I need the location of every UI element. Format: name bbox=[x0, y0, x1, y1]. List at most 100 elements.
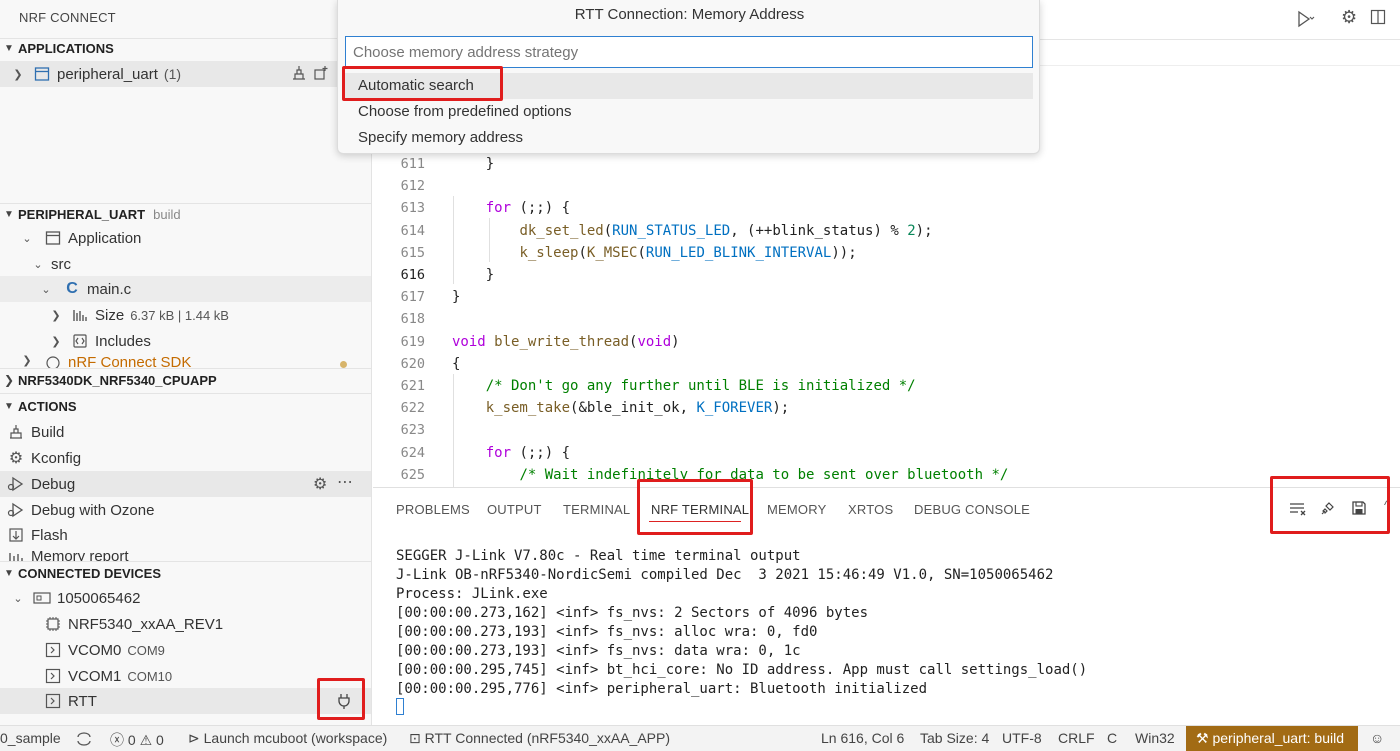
action-debug[interactable]: Debug ⚙ ⋯ bbox=[0, 471, 371, 497]
option-predefined[interactable]: Choose from predefined options bbox=[345, 99, 1033, 125]
tree-item-size[interactable]: ❯ Size 6.37 kB | 1.44 kB bbox=[0, 302, 371, 328]
launch-config[interactable]: ⊳ Launch mcuboot (workspace) bbox=[188, 730, 387, 747]
code-line[interactable]: 618 bbox=[373, 308, 1400, 330]
settings-gear-icon[interactable]: ⚙ bbox=[1341, 7, 1357, 28]
save-log-icon[interactable] bbox=[1351, 500, 1367, 516]
tree-item-src[interactable]: ⌄ src bbox=[0, 251, 371, 277]
clear-terminal-icon[interactable] bbox=[1289, 501, 1307, 517]
encoding[interactable]: UTF-8 bbox=[1002, 730, 1042, 746]
section-connected-devices[interactable]: ▼ CONNECTED DEVICES bbox=[0, 561, 371, 585]
code-line[interactable]: 621 /* Don't go any further until BLE is… bbox=[373, 375, 1400, 397]
chevron-right-icon: ❯ bbox=[4, 373, 15, 387]
code-text: { bbox=[452, 355, 461, 372]
terminal-line: SEGGER J-Link V7.80c - Real time termina… bbox=[396, 548, 801, 564]
line-ending[interactable]: CRLF bbox=[1058, 730, 1095, 746]
application-item-peripheral-uart[interactable]: ❯ peripheral_uart (1) bbox=[0, 61, 371, 87]
disconnect-plug-icon[interactable] bbox=[1320, 500, 1336, 516]
tab-nrf-terminal[interactable]: NRF TERMINAL bbox=[651, 502, 749, 517]
action-flash[interactable]: Flash bbox=[0, 522, 371, 548]
memory-strategy-input[interactable] bbox=[345, 36, 1033, 68]
section-peripheral-uart[interactable]: ▼ PERIPHERAL_UART build bbox=[0, 202, 371, 226]
section-applications[interactable]: ▼ APPLICATIONS bbox=[0, 36, 371, 60]
chevron-down-icon: ⌄ bbox=[33, 258, 43, 271]
code-line[interactable]: 615 k_sleep(K_MSEC(RUN_LED_BLINK_INTERVA… bbox=[373, 242, 1400, 264]
memory-report-icon bbox=[7, 548, 25, 561]
indent-guide bbox=[453, 374, 454, 487]
add-build-config-icon[interactable] bbox=[313, 65, 329, 81]
code-line[interactable]: 617} bbox=[373, 286, 1400, 308]
section-actions[interactable]: ▼ ACTIONS bbox=[0, 394, 371, 418]
device-rtt[interactable]: RTT bbox=[0, 688, 371, 714]
code-line[interactable]: 622 k_sem_take(&ble_init_ok, K_FOREVER); bbox=[373, 397, 1400, 419]
device-chip[interactable]: NRF5340_xxAA_REV1 bbox=[0, 611, 371, 637]
code-line[interactable]: 623 bbox=[373, 419, 1400, 441]
flash-icon bbox=[7, 526, 25, 544]
debug-play-icon bbox=[7, 501, 25, 519]
split-editor-icon[interactable] bbox=[1370, 9, 1386, 25]
rtt-connection-status[interactable]: ⊡ RTT Connected (nRF5340_xxAA_APP) bbox=[409, 730, 670, 747]
terminal-output[interactable]: SEGGER J-Link V7.80c - Real time termina… bbox=[396, 547, 1087, 699]
line-number: 622 bbox=[400, 400, 425, 417]
run-debug-icon[interactable] bbox=[1293, 10, 1315, 28]
tab-terminal[interactable]: TERMINAL bbox=[563, 502, 630, 517]
sidebar-title: NRF CONNECT bbox=[19, 10, 116, 25]
tree-item-application[interactable]: ⌄ Application bbox=[0, 225, 371, 251]
code-line[interactable]: 616 } bbox=[373, 264, 1400, 286]
line-number: 624 bbox=[400, 444, 425, 461]
chevron-down-icon: ▼ bbox=[4, 400, 14, 412]
option-specify-address[interactable]: Specify memory address bbox=[345, 125, 1033, 151]
cursor-position[interactable]: Ln 616, Col 6 bbox=[821, 730, 904, 746]
code-line[interactable]: 619 void ble_write_thread(void) bbox=[373, 331, 1400, 353]
action-build[interactable]: Build bbox=[0, 419, 371, 445]
device-vcom0[interactable]: VCOM0 COM9 bbox=[0, 637, 371, 663]
code-line[interactable]: 620 { bbox=[373, 353, 1400, 375]
language-mode[interactable]: C bbox=[1107, 730, 1117, 746]
action-memory-report[interactable]: Memory report bbox=[0, 548, 371, 561]
code-text: k_sleep(K_MSEC(RUN_LED_BLINK_INTERVAL)); bbox=[519, 244, 857, 261]
devkit-board-icon bbox=[33, 589, 51, 607]
code-text: } bbox=[452, 156, 495, 172]
action-debug-with-ozone[interactable]: Debug with Ozone bbox=[0, 497, 371, 523]
quickpick-title: RTT Connection: Memory Address bbox=[574, 6, 805, 23]
sync-icon[interactable] bbox=[76, 732, 92, 746]
problems-indicator[interactable]: ⓧ 0 ⚠ 0 bbox=[110, 730, 164, 750]
tab-debug-console[interactable]: DEBUG CONSOLE bbox=[914, 502, 1030, 517]
feedback-icon[interactable]: ☺ bbox=[1370, 730, 1384, 746]
tab-output[interactable]: OUTPUT bbox=[487, 502, 542, 517]
terminal-port-icon bbox=[44, 667, 62, 685]
device-1050065462[interactable]: ⌄ 1050065462 bbox=[0, 585, 371, 611]
more-actions-icon[interactable]: ⋯ bbox=[337, 472, 353, 492]
code-line[interactable]: 614 dk_set_led(RUN_STATUS_LED, (++blink_… bbox=[373, 220, 1400, 242]
action-kconfig[interactable]: ⚙ Kconfig bbox=[0, 445, 371, 471]
plug-connect-icon[interactable] bbox=[337, 693, 351, 709]
status-sample[interactable]: 0_sample bbox=[0, 730, 61, 746]
code-text: /* Wait indefinitely for data to be sent… bbox=[519, 466, 1009, 483]
device-vcom1[interactable]: VCOM1 COM10 bbox=[0, 663, 371, 689]
terminal-cursor bbox=[396, 698, 404, 715]
terminal-port-icon bbox=[44, 692, 62, 710]
option-automatic-search[interactable]: Automatic search bbox=[345, 73, 1033, 99]
code-line[interactable]: 611 } bbox=[373, 153, 1400, 175]
code-text: /* Don't go any further until BLE is ini… bbox=[485, 378, 916, 394]
tab-problems[interactable]: PROBLEMS bbox=[396, 502, 470, 517]
tree-item-includes[interactable]: ❯ Includes bbox=[0, 328, 371, 354]
tab-size[interactable]: Tab Size: 4 bbox=[920, 730, 989, 746]
chevron-down-icon: ⌄ bbox=[41, 283, 51, 296]
code-line[interactable]: 613 for (;;) { bbox=[373, 197, 1400, 219]
section-board[interactable]: ❯ NRF5340DK_NRF5340_CPUAPP bbox=[0, 368, 371, 392]
platform[interactable]: Win32 bbox=[1135, 730, 1175, 746]
code-line[interactable]: 625 /* Wait indefinitely for data to be … bbox=[373, 464, 1400, 486]
line-number: 618 bbox=[400, 311, 425, 328]
chevron-down-icon: ▼ bbox=[4, 567, 14, 579]
code-line[interactable]: 612 bbox=[373, 175, 1400, 197]
tree-item-main-c[interactable]: ⌄ C main.c bbox=[0, 276, 371, 302]
code-line[interactable]: 624 for (;;) { bbox=[373, 442, 1400, 464]
settings-gear-icon[interactable]: ⚙ bbox=[313, 474, 327, 494]
chevron-up-icon[interactable]: ^ bbox=[1384, 498, 1390, 512]
tree-item-nrf-connect-sdk[interactable]: ❯ nRF Connect SDK bbox=[0, 354, 371, 368]
tab-memory[interactable]: MEMORY bbox=[767, 502, 826, 517]
build-config-icon[interactable] bbox=[291, 65, 307, 81]
tab-xrtos[interactable]: XRTOS bbox=[848, 502, 893, 517]
terminal-port-icon bbox=[44, 641, 62, 659]
build-badge[interactable]: ⚒ peripheral_uart: build bbox=[1186, 726, 1358, 751]
